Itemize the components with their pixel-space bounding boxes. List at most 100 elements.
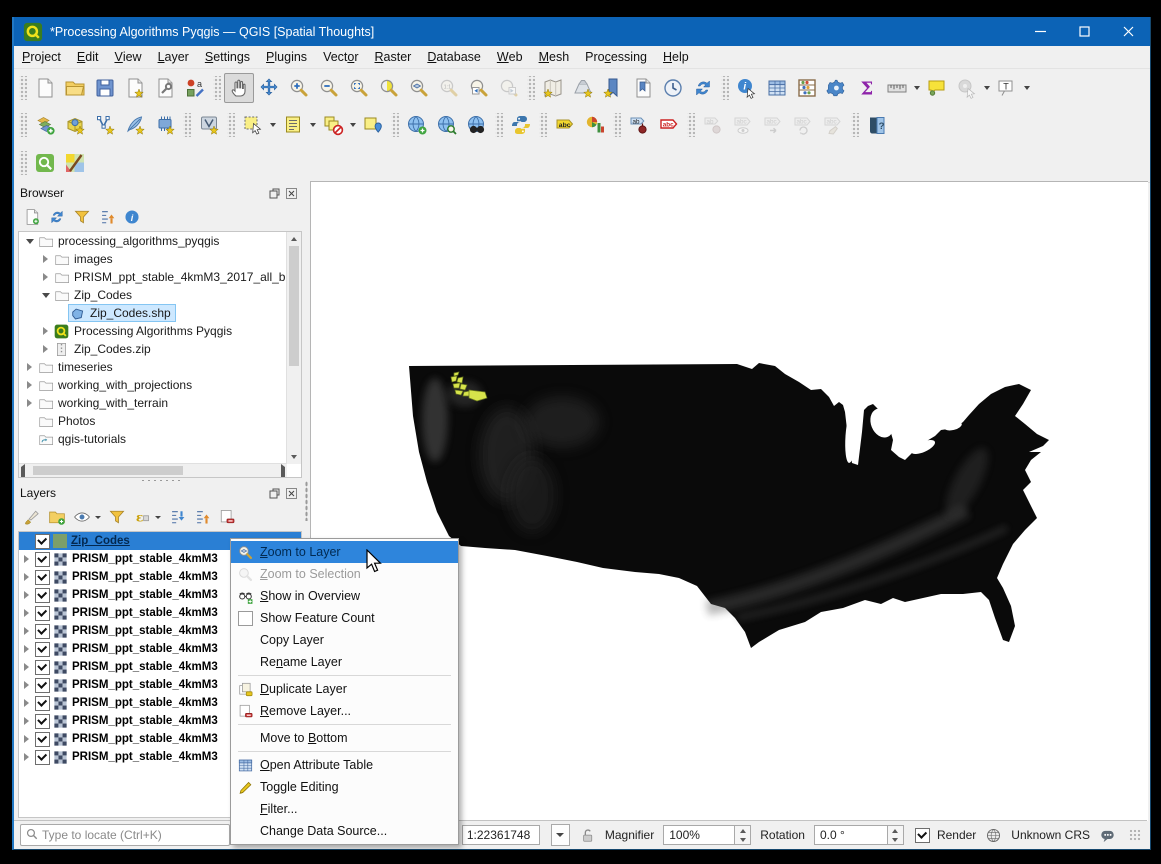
map-tips-button[interactable] xyxy=(922,73,952,103)
toolbar-drag-handle[interactable] xyxy=(721,76,729,100)
text-annotation-dropdown[interactable] xyxy=(1022,74,1032,102)
pin-labels-button[interactable]: ab xyxy=(624,110,654,140)
expander-icon[interactable] xyxy=(19,645,33,653)
browser-item-zip-codes-zip[interactable]: Zip_Codes.zip xyxy=(19,340,301,358)
browser-item-processing-algorithms-pyqgis[interactable]: processing_algorithms_pyqgis xyxy=(19,232,301,250)
manage-map-themes-dropdown[interactable] xyxy=(95,516,104,519)
toolbar-drag-handle[interactable] xyxy=(19,113,27,137)
expander-icon[interactable] xyxy=(19,717,33,725)
layer-visibility-checkbox[interactable] xyxy=(35,642,50,657)
add-group-button[interactable] xyxy=(45,506,69,529)
open-attribute-table-button[interactable] xyxy=(762,73,792,103)
toolbar-drag-handle[interactable] xyxy=(495,113,503,137)
deselect-features-button[interactable] xyxy=(318,110,348,140)
expander-icon[interactable] xyxy=(19,663,33,671)
browser-item-zip-codes-shp[interactable]: Zip_Codes.shp xyxy=(19,304,301,322)
new-geopackage-layer-button[interactable] xyxy=(120,110,150,140)
temporal-controller-button[interactable] xyxy=(658,73,688,103)
search-layers-button[interactable] xyxy=(432,110,462,140)
context-menu-item-show-feature-count[interactable]: Show Feature Count xyxy=(231,607,458,629)
zoom-last-button[interactable] xyxy=(464,73,494,103)
new-spatial-bookmark-button[interactable] xyxy=(598,73,628,103)
measure-line-button[interactable] xyxy=(882,73,912,103)
expander-icon[interactable] xyxy=(23,363,36,371)
magnifier-spinbox[interactable]: 100% xyxy=(663,825,751,845)
add-vector-layer-button[interactable] xyxy=(90,110,120,140)
browser-item-images[interactable]: images xyxy=(19,250,301,268)
select-by-value-dropdown[interactable] xyxy=(308,111,318,139)
show-layout-manager-button[interactable] xyxy=(150,73,180,103)
text-annotation-button[interactable]: T xyxy=(992,73,1022,103)
menu-settings[interactable]: Settings xyxy=(197,46,258,68)
toolbar-drag-handle[interactable] xyxy=(851,113,859,137)
resize-grip[interactable] xyxy=(1129,829,1141,841)
new-3d-map-view-button[interactable] xyxy=(568,73,598,103)
expander-icon[interactable] xyxy=(19,591,33,599)
statistical-summary-button[interactable] xyxy=(792,73,822,103)
browser-item-zip-codes[interactable]: Zip_Codes xyxy=(19,286,301,304)
layer-diagram-button[interactable] xyxy=(580,110,610,140)
browser-item-working-with-projections[interactable]: working_with_projections xyxy=(19,376,301,394)
python-console-button[interactable] xyxy=(506,110,536,140)
context-menu-item-rename-layer[interactable]: Rename Layer xyxy=(231,651,458,673)
toolbar-drag-handle[interactable] xyxy=(527,76,535,100)
show-spatial-bookmarks-button[interactable] xyxy=(628,73,658,103)
close-button[interactable] xyxy=(1106,17,1150,46)
open-layer-styling-button[interactable] xyxy=(20,506,44,529)
expander-icon[interactable] xyxy=(19,735,33,743)
toolbar-drag-handle[interactable] xyxy=(19,76,27,100)
remove-layer-group-button[interactable] xyxy=(215,506,239,529)
filter-by-expression-button[interactable]: ε xyxy=(130,506,154,529)
layer-visibility-checkbox[interactable] xyxy=(35,606,50,621)
render-checkbox[interactable] xyxy=(915,828,930,843)
toolbar-drag-handle[interactable] xyxy=(539,113,547,137)
highlight-pinned-labels-button[interactable]: abc xyxy=(654,110,684,140)
expander-icon[interactable] xyxy=(19,627,33,635)
expander-icon[interactable] xyxy=(19,753,33,761)
menu-plugins[interactable]: Plugins xyxy=(258,46,315,68)
lock-scale-icon[interactable] xyxy=(579,827,596,844)
filter-legend-button[interactable] xyxy=(105,506,129,529)
save-project-button[interactable] xyxy=(90,73,120,103)
browser-item-prism-ppt-stable-4kmm3-2017-all-bil[interactable]: PRISM_ppt_stable_4kmM3_2017_all_bil xyxy=(19,268,301,286)
style-manager-button[interactable]: a xyxy=(180,73,210,103)
expander-icon[interactable] xyxy=(19,573,33,581)
messages-icon[interactable] xyxy=(1099,827,1116,844)
expander-icon[interactable] xyxy=(23,399,36,407)
toolbar-drag-handle[interactable] xyxy=(687,113,695,137)
toolbar-drag-handle[interactable] xyxy=(391,113,399,137)
browser-item-working-with-terrain[interactable]: working_with_terrain xyxy=(19,394,301,412)
layer-visibility-checkbox[interactable] xyxy=(35,624,50,639)
toolbar-drag-handle[interactable] xyxy=(213,76,221,100)
expander-icon[interactable] xyxy=(19,609,33,617)
expander-icon[interactable] xyxy=(39,255,52,263)
context-menu-item-toggle-editing[interactable]: Toggle Editing xyxy=(231,776,458,798)
expander-icon[interactable] xyxy=(39,345,52,353)
layers-close-button[interactable] xyxy=(283,486,300,501)
expander-icon[interactable] xyxy=(39,273,52,281)
filter-by-expression-dropdown[interactable] xyxy=(155,516,164,519)
toolbar-drag-handle[interactable] xyxy=(183,113,191,137)
toolbar-drag-handle[interactable] xyxy=(19,151,27,175)
enable-properties-widget-button[interactable]: i xyxy=(120,206,144,229)
collapse-all-layers-button[interactable] xyxy=(190,506,214,529)
expander-icon[interactable] xyxy=(39,293,52,298)
plugin-osm-edit-button[interactable] xyxy=(60,148,90,178)
crs-globe-icon[interactable] xyxy=(985,827,1002,844)
pan-to-selection-button[interactable] xyxy=(254,73,284,103)
expander-icon[interactable] xyxy=(23,381,36,389)
identify-features-button[interactable]: i xyxy=(732,73,762,103)
menu-edit[interactable]: Edit xyxy=(69,46,107,68)
expander-icon[interactable] xyxy=(39,327,52,335)
expander-icon[interactable] xyxy=(19,681,33,689)
context-menu-item-change-data-source[interactable]: Change Data Source... xyxy=(231,820,458,842)
expand-all-layers-button[interactable] xyxy=(165,506,189,529)
layer-visibility-checkbox[interactable] xyxy=(35,678,50,693)
expander-icon[interactable] xyxy=(19,699,33,707)
add-mesh-layer-button[interactable] xyxy=(150,110,180,140)
zoom-full-extent-button[interactable] xyxy=(344,73,374,103)
zoom-out-button[interactable] xyxy=(314,73,344,103)
measure-line-dropdown[interactable] xyxy=(912,74,922,102)
layer-visibility-checkbox[interactable] xyxy=(35,732,50,747)
processing-toolbox-button[interactable] xyxy=(822,73,852,103)
